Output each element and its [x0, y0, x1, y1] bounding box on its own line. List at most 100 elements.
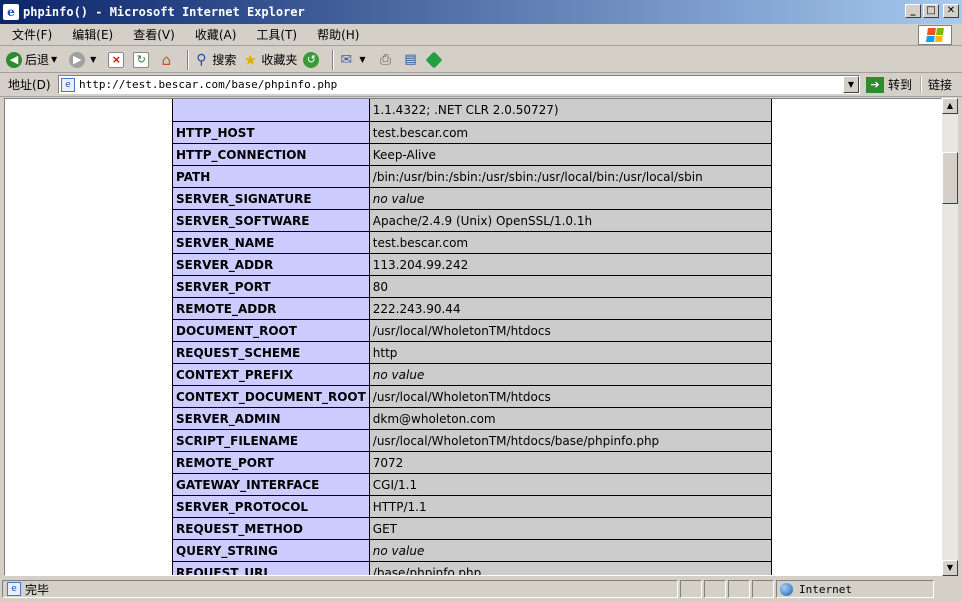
mail-button[interactable]: ✉ ▼	[338, 52, 371, 68]
row-name: REQUEST_SCHEME	[172, 341, 370, 364]
messenger-button[interactable]	[425, 51, 443, 68]
table-row: SERVER_SOFTWARE Apache/2.4.9 (Unix) OpenS…	[172, 209, 773, 232]
messenger-icon	[425, 51, 443, 68]
table-row: SERVER_PROTOCOL HTTP/1.1	[172, 495, 773, 518]
table-row: PATH/bin:/usr/bin:/sbin:/usr/sbin:/usr/l…	[172, 165, 773, 188]
address-input[interactable]	[79, 78, 839, 91]
table-row: HTTP_CONNECTION Keep-Alive	[172, 143, 773, 166]
edit-button[interactable]: ▤	[403, 52, 422, 68]
print-button[interactable]: ⎙	[378, 52, 397, 68]
vertical-scrollbar[interactable]: ▲ ▼	[942, 98, 958, 576]
table-row: SERVER_SIGNATURE no value	[172, 187, 773, 210]
row-name: SCRIPT_FILENAME	[172, 429, 370, 452]
phpinfo-table: 1.1.4322; .NET CLR 2.0.50727) HTTP_HOST t…	[172, 99, 773, 575]
menu-edit[interactable]: 编辑(E)	[60, 26, 121, 43]
maximize-button[interactable]: □	[923, 4, 939, 18]
row-name: REMOTE_PORT	[172, 451, 370, 474]
table-row: REQUEST_METHOD GET	[172, 517, 773, 540]
stop-button[interactable]: ×	[108, 51, 127, 68]
status-cell	[752, 580, 774, 598]
close-button[interactable]: ✕	[943, 4, 959, 18]
row-name: HTTP_CONNECTION	[172, 143, 370, 166]
address-field[interactable]: e ▼	[58, 75, 860, 94]
back-button[interactable]: ◀ 后退 ▼	[6, 51, 63, 68]
row-name: DOCUMENT_ROOT	[172, 319, 370, 342]
table-row: DOCUMENT_ROOT/usr/local/WholetonTM/htdoc…	[172, 319, 773, 342]
status-text: 完毕	[25, 582, 50, 597]
table-row: REMOTE_ADDR 222.243.90.44	[172, 297, 773, 320]
back-arrow-icon: ◀	[6, 51, 22, 68]
row-value: 222.243.90.44	[368, 297, 773, 320]
favorites-button[interactable]: ★ 收藏夹	[242, 50, 298, 69]
go-arrow-icon: ➔	[866, 76, 884, 93]
row-name: SERVER_PROTOCOL	[172, 495, 370, 518]
row-value: 113.204.99.242	[368, 253, 773, 276]
page-done-icon: e	[7, 582, 21, 596]
history-button[interactable]: ↺	[303, 51, 322, 68]
table-row: SERVER_ADDR 113.204.99.242	[172, 253, 773, 276]
row-value: /usr/local/WholetonTM/htdocs/base/phpinf…	[368, 429, 773, 452]
minimize-button[interactable]: _	[905, 4, 921, 18]
status-cell	[728, 580, 750, 598]
toolbar-separator	[332, 49, 335, 70]
stop-icon: ×	[108, 51, 125, 68]
page-icon: e	[61, 77, 75, 92]
back-dropdown-icon[interactable]: ▼	[51, 55, 57, 64]
favorites-label: 收藏夹	[261, 53, 298, 67]
table-row: CONTEXT_PREFIX no value	[172, 363, 773, 386]
row-value: no value	[368, 539, 773, 562]
row-value: no value	[368, 363, 773, 386]
toolbar-separator	[187, 49, 190, 70]
menu-help[interactable]: 帮助(H)	[305, 26, 367, 43]
row-name: SERVER_SOFTWARE	[172, 209, 370, 232]
row-name: CONTEXT_PREFIX	[172, 363, 370, 386]
scrollbar-thumb[interactable]	[942, 152, 958, 204]
links-button[interactable]: 链接	[920, 76, 952, 93]
status-bar: e 完毕 Internet	[0, 578, 962, 600]
address-dropdown-icon[interactable]: ▼	[843, 76, 859, 93]
internet-globe-icon	[780, 582, 793, 596]
row-value: CGI/1.1	[368, 473, 773, 496]
table-row: 1.1.4322; .NET CLR 2.0.50727)	[172, 99, 773, 122]
back-label: 后退	[25, 53, 50, 67]
windows-flag-icon	[926, 28, 944, 42]
go-button[interactable]: ➔ 转到	[866, 76, 912, 93]
scroll-up-arrow-icon[interactable]: ▲	[942, 98, 958, 114]
row-name: REMOTE_ADDR	[172, 297, 370, 320]
toolbar: ◀ 后退 ▼ ▶ ▼ × ↻ ⌂ ⚲ 搜索 ★ 收藏夹 ↺ ✉ ▼ ⎙ ▤	[0, 47, 962, 73]
table-row: GATEWAY_INTERFACE CGI/1.1	[172, 473, 773, 496]
menu-view[interactable]: 查看(V)	[121, 26, 183, 43]
forward-arrow-icon: ▶	[69, 51, 86, 68]
menu-file[interactable]: 文件(F)	[0, 26, 60, 43]
window-title: phpinfo() - Microsoft Internet Explorer	[23, 5, 305, 19]
home-button[interactable]: ⌂	[158, 51, 177, 69]
forward-dropdown-icon[interactable]: ▼	[90, 55, 96, 64]
title-bar: e phpinfo() - Microsoft Internet Explore…	[0, 0, 962, 24]
row-name: REQUEST_METHOD	[172, 517, 370, 540]
row-value: test.bescar.com	[368, 231, 773, 254]
windows-logo	[918, 25, 952, 45]
search-button[interactable]: ⚲ 搜索	[193, 51, 236, 68]
status-cell	[704, 580, 726, 598]
ie-page-icon: e	[3, 4, 19, 20]
table-row: CONTEXT_DOCUMENT_ROOT/usr/local/Wholeton…	[172, 385, 773, 408]
row-name	[172, 99, 370, 122]
forward-button[interactable]: ▶ ▼	[69, 51, 102, 68]
row-value: test.bescar.com	[368, 121, 773, 144]
row-name: SERVER_PORT	[172, 275, 370, 298]
page-viewport: 1.1.4322; .NET CLR 2.0.50727) HTTP_HOST t…	[4, 98, 942, 576]
row-name: SERVER_NAME	[172, 231, 370, 254]
row-name: GATEWAY_INTERFACE	[172, 473, 370, 496]
address-bar: 地址(D) e ▼ ➔ 转到 链接	[0, 73, 962, 97]
refresh-button[interactable]: ↻	[133, 51, 152, 68]
mail-icon: ✉	[340, 51, 353, 68]
menu-tools[interactable]: 工具(T)	[244, 26, 305, 43]
row-value: /usr/local/WholetonTM/htdocs	[368, 385, 773, 408]
scroll-down-arrow-icon[interactable]: ▼	[942, 560, 958, 576]
row-name: SERVER_ADDR	[172, 253, 370, 276]
favorites-star-icon: ★	[243, 50, 258, 69]
mail-dropdown-icon[interactable]: ▼	[359, 55, 365, 64]
menu-favorites[interactable]: 收藏(A)	[183, 26, 245, 43]
search-label: 搜索	[212, 53, 237, 67]
zone-label: Internet	[799, 582, 852, 596]
